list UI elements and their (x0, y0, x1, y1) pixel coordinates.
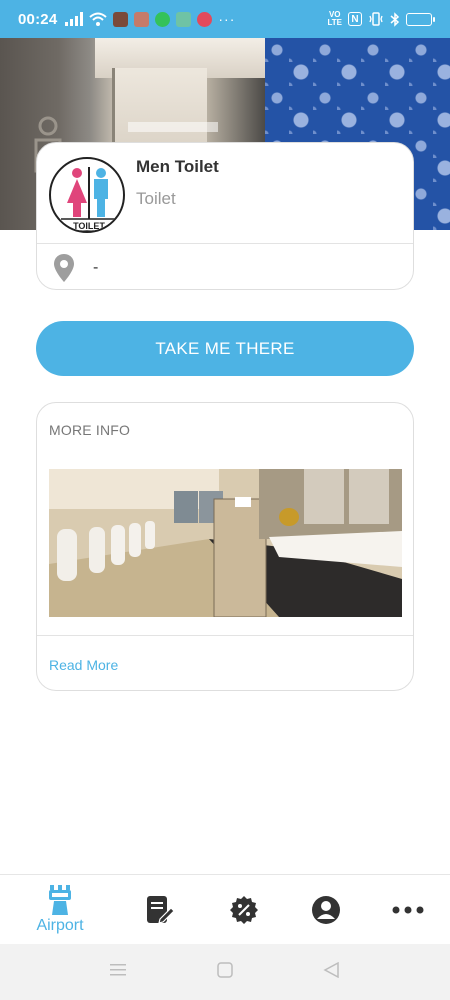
hero-glass-strip (128, 122, 218, 132)
note-edit-icon (147, 896, 174, 924)
take-me-there-button[interactable]: TAKE ME THERE (36, 321, 414, 376)
app-notification-icon (113, 11, 129, 27)
toilet-logo-label: TOILET (73, 221, 105, 231)
restroom-photo (49, 469, 402, 617)
place-name: Men Toilet (136, 157, 219, 176)
user-circle-icon (312, 896, 340, 924)
status-bar: 00:24 ··· VO LTE N (0, 0, 450, 38)
location-pin-icon (54, 254, 74, 282)
more-notifications-icon: ··· (218, 11, 236, 27)
nav-label-airport: Airport (36, 917, 84, 934)
bottom-navigation: Airport (0, 874, 450, 944)
place-type: Toilet (136, 189, 176, 208)
nav-item-profile[interactable] (296, 875, 356, 945)
status-right-icons: VO LTE N (327, 11, 435, 27)
nav-item-more[interactable] (378, 875, 438, 945)
location-text: - (93, 259, 99, 276)
app-notification-icon (134, 11, 150, 27)
nav-item-deals[interactable] (214, 875, 274, 945)
divider (37, 635, 413, 636)
recent-apps-icon[interactable] (109, 962, 127, 978)
system-navigation-bar (0, 944, 450, 1000)
more-dots-icon (392, 906, 424, 914)
more-info-title: MORE INFO (49, 422, 131, 438)
more-info-card: MORE INFO Read More (36, 402, 414, 691)
status-time: 00:24 (18, 10, 58, 28)
toilet-logo: TOILET (49, 157, 125, 233)
read-more-link[interactable]: Read More (49, 657, 118, 673)
back-triangle-icon[interactable] (323, 962, 341, 978)
restroom-interior-image (49, 469, 402, 617)
wifi-icon (89, 12, 108, 26)
airport-tower-icon (49, 885, 71, 915)
place-card: TOILET Men Toilet Toilet - (36, 142, 414, 290)
battery-icon (406, 12, 435, 26)
volte-icon: VO LTE (327, 11, 342, 27)
status-left-icons: ··· (65, 11, 235, 27)
nav-item-airport[interactable]: Airport (20, 875, 100, 945)
toilet-sign-icon: TOILET (59, 167, 119, 231)
nav-item-notes[interactable] (130, 875, 190, 945)
screen: 00:24 ··· VO LTE N TOILET Men Toilet Toi… (0, 0, 450, 1000)
chat-app-icon (197, 11, 213, 27)
bluetooth-icon (390, 11, 400, 27)
volte-label-bottom: LTE (327, 18, 342, 27)
app-notification-icon (176, 11, 192, 27)
signal-icon (65, 12, 84, 26)
home-icon[interactable] (216, 962, 234, 978)
whatsapp-icon (155, 11, 171, 27)
discount-badge-icon (230, 896, 258, 924)
divider (37, 243, 413, 244)
nfc-icon: N (348, 12, 362, 26)
vibrate-icon (369, 12, 383, 26)
